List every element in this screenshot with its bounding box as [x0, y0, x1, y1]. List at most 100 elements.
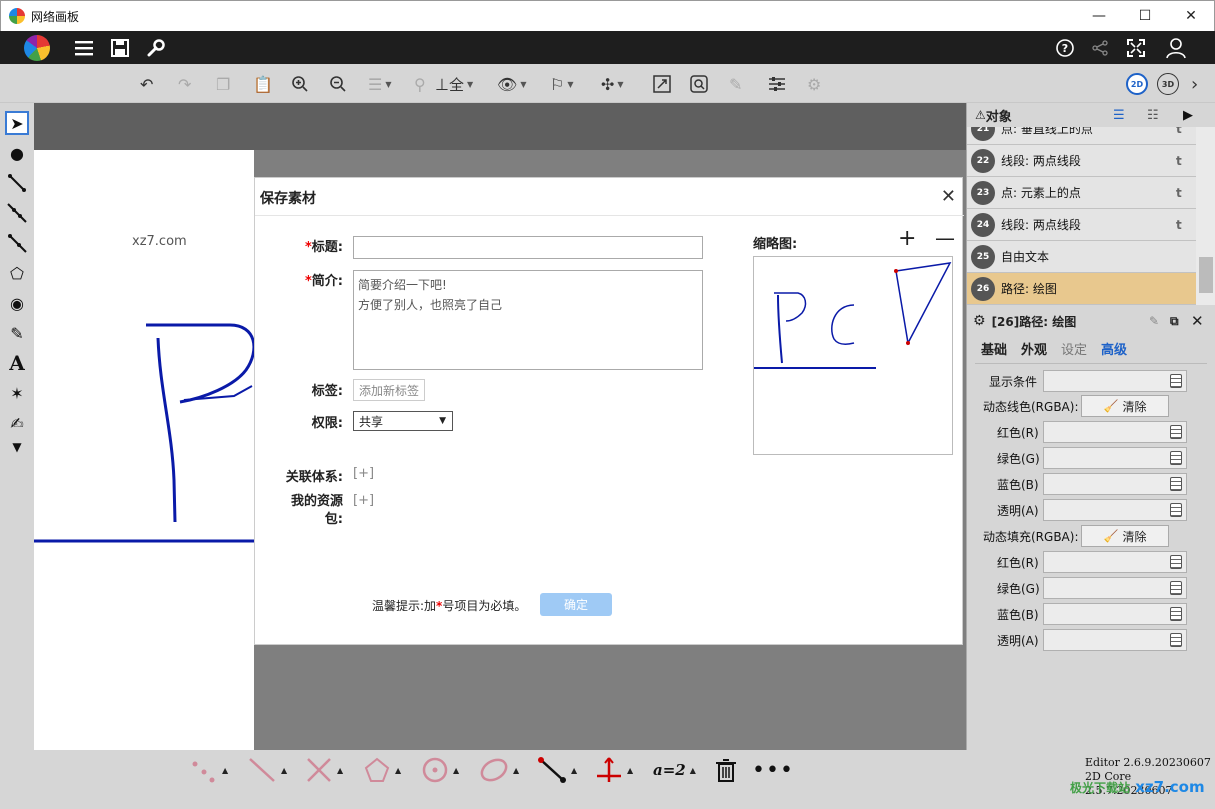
list-item[interactable]: 23 点: 元素上的点 t — [967, 177, 1196, 209]
display-condition-input[interactable] — [1043, 370, 1187, 392]
list-item[interactable]: 24 线段: 两点线段 t — [967, 209, 1196, 241]
trash-icon[interactable] — [714, 755, 738, 785]
fill-alpha-label: 透明(A) — [997, 633, 1039, 648]
tab-appearance[interactable]: 外观 — [1021, 339, 1047, 358]
tab-settings[interactable]: 设定 — [1061, 339, 1087, 358]
play-icon[interactable]: ▶ — [1183, 108, 1193, 123]
add-resource-pack-link[interactable]: [+] — [353, 493, 374, 508]
undo-icon[interactable]: ↶ — [140, 72, 153, 96]
add-related-system-link[interactable]: [+] — [353, 466, 374, 481]
gear-icon: ⚙ — [973, 313, 986, 329]
select-arrow-icon[interactable]: ➤ — [5, 111, 29, 135]
close-window-button[interactable]: ✕ — [1168, 1, 1214, 31]
segment-tool-icon[interactable] — [5, 171, 29, 195]
clear-line-color-button[interactable]: 🧹 清除 — [1081, 395, 1169, 417]
trace-icon[interactable]: ✣ ▼ — [601, 72, 624, 96]
edit-icon[interactable]: ✎ — [1149, 314, 1159, 328]
zoom-out-thumbnail-icon[interactable]: — — [935, 226, 955, 250]
confirm-button[interactable]: 确定 — [540, 593, 612, 616]
redo-icon[interactable]: ↷ — [178, 72, 191, 96]
circle-tool-icon[interactable]: ◉ — [5, 291, 29, 315]
more-tools-caret-icon[interactable]: ▼ — [5, 435, 29, 459]
coordinate-axis-icon[interactable]: ⊥ 全 ▼ — [435, 72, 473, 96]
popout-icon[interactable]: ⧉ — [1170, 314, 1179, 329]
tab-basic[interactable]: 基础 — [981, 339, 1007, 358]
mode-2d-button[interactable]: 2D — [1126, 73, 1148, 95]
user-avatar-icon[interactable] — [1164, 36, 1188, 60]
visibility-eye-icon[interactable]: 👁 ▼ — [497, 72, 526, 96]
ellipse-construct-icon[interactable]: ▲ — [479, 755, 519, 785]
measure-segment-icon[interactable]: ▲ — [537, 755, 577, 785]
paste-icon[interactable]: 📋 — [253, 72, 273, 96]
line-red-input[interactable] — [1043, 421, 1187, 443]
transform-arrows-icon[interactable]: ▲ — [595, 755, 633, 785]
tags-label: 标签: — [311, 384, 343, 399]
assign-variable-button[interactable]: a=2 ▲ — [653, 755, 696, 785]
align-icon[interactable]: ☰ ▼ — [368, 72, 392, 96]
zoom-in-thumbnail-icon[interactable]: + — [898, 226, 916, 251]
intersection-icon[interactable]: ▲ — [305, 755, 343, 785]
close-icon[interactable]: ✕ — [1191, 312, 1204, 330]
pen-draw-icon[interactable]: ✎ — [5, 321, 29, 345]
list-item[interactable]: 21 点: 垂直线上的点 t — [967, 127, 1196, 145]
fill-alpha-input[interactable] — [1043, 629, 1187, 651]
close-icon[interactable]: ✕ — [941, 186, 956, 207]
add-tag-input[interactable]: 添加新标签 — [353, 379, 425, 401]
fill-blue-input[interactable] — [1043, 603, 1187, 625]
fill-green-input[interactable] — [1043, 577, 1187, 599]
edit-icon[interactable]: ✎ — [729, 72, 742, 96]
text-toggle-icon[interactable]: t — [1176, 127, 1196, 136]
list-item-selected[interactable]: 26 路径: 绘图 — [967, 273, 1196, 305]
polygon-construct-icon[interactable]: ▲ — [363, 755, 401, 785]
mode-3d-button[interactable]: 3D — [1157, 73, 1179, 95]
title-input[interactable] — [353, 236, 703, 259]
maximize-button[interactable]: ☐ — [1122, 1, 1168, 31]
ray-tool-icon[interactable] — [5, 231, 29, 255]
text-toggle-icon[interactable]: t — [1176, 186, 1196, 200]
settings-sliders-icon[interactable] — [768, 72, 786, 96]
gear-icon[interactable]: ⚙ — [807, 72, 821, 96]
hamburger-menu-icon[interactable] — [72, 36, 96, 60]
more-options-icon[interactable]: ••• — [752, 755, 794, 785]
clear-fill-color-button[interactable]: 🧹 清除 — [1081, 525, 1169, 547]
line-tool-icon[interactable] — [5, 201, 29, 225]
text-toggle-icon[interactable]: t — [1176, 218, 1196, 232]
wrench-icon[interactable] — [144, 36, 168, 60]
points-tool-icon[interactable]: ▲ — [190, 755, 228, 785]
chevron-right-icon[interactable]: › — [1191, 72, 1198, 96]
fullscreen-icon[interactable] — [1124, 36, 1148, 60]
permission-select[interactable]: 共享 ▼ — [353, 411, 453, 431]
minimize-button[interactable]: — — [1076, 1, 1122, 31]
zoom-in-icon[interactable] — [291, 72, 309, 96]
zoom-out-icon[interactable] — [329, 72, 347, 96]
list-item[interactable]: 22 线段: 两点线段 t — [967, 145, 1196, 177]
text-tool-icon[interactable]: A — [5, 351, 29, 375]
polygon-tool-icon[interactable]: ⬠ — [5, 261, 29, 285]
fill-red-input[interactable] — [1043, 551, 1187, 573]
tree-view-icon[interactable]: ☷ — [1147, 108, 1159, 123]
tab-advanced[interactable]: 高级 — [1101, 339, 1127, 358]
save-icon[interactable] — [108, 36, 132, 60]
search-object-icon[interactable] — [690, 72, 708, 96]
point-tool-icon[interactable]: ● — [5, 141, 29, 165]
calculator-icon — [1170, 425, 1182, 439]
circle-construct-icon[interactable]: ▲ — [421, 755, 459, 785]
line-alpha-input[interactable] — [1043, 499, 1187, 521]
line-green-input[interactable] — [1043, 447, 1187, 469]
segment-construct-icon[interactable]: ▲ — [247, 755, 287, 785]
objects-title: 对象 — [985, 109, 1012, 125]
share-icon[interactable] — [1088, 36, 1112, 60]
copy-icon[interactable]: ❐ — [216, 72, 230, 96]
list-view-icon[interactable]: ☰ — [1113, 108, 1125, 123]
flag-icon[interactable]: ⚐ ▼ — [550, 72, 574, 96]
text-toggle-icon[interactable]: t — [1176, 154, 1196, 168]
list-item[interactable]: 25 自由文本 — [967, 241, 1196, 273]
intro-textarea[interactable]: 简要介绍一下吧! 方便了别人，也照亮了自己 — [353, 270, 703, 370]
magic-wand-icon[interactable]: ✶ — [5, 381, 29, 405]
edit-box-icon[interactable]: ✍ — [5, 411, 29, 435]
attach-icon[interactable]: ⚲ — [414, 72, 426, 96]
expand-view-icon[interactable] — [653, 72, 671, 96]
line-blue-input[interactable] — [1043, 473, 1187, 495]
object-list-scrollbar[interactable] — [1196, 127, 1215, 305]
help-icon[interactable]: ? — [1053, 36, 1077, 60]
